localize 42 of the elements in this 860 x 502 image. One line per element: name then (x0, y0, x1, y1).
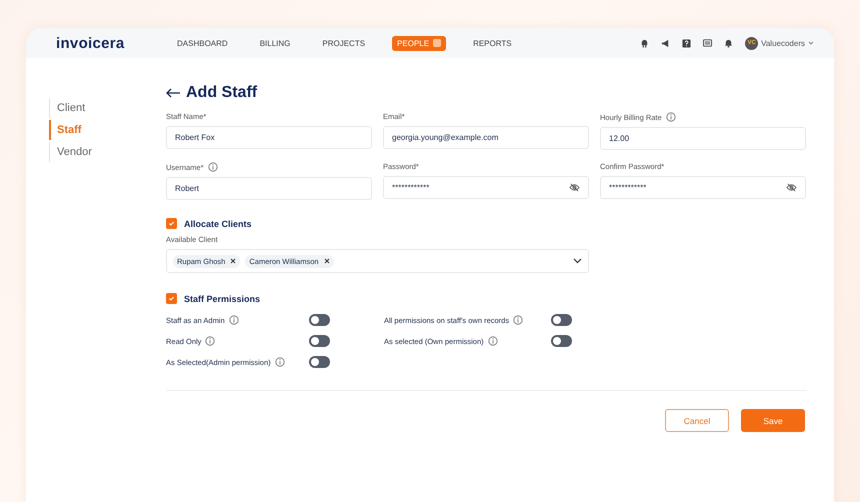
toggle-switch[interactable] (309, 356, 330, 368)
info-icon (513, 315, 524, 325)
toggle-switch[interactable] (551, 335, 572, 347)
toggle-switch[interactable] (551, 314, 572, 326)
chevron-down-icon (573, 258, 582, 264)
brand-logo[interactable]: invoicera (56, 34, 172, 52)
input-field[interactable]: Robert Fox (166, 126, 372, 149)
nav-tab[interactable]: BILLING (254, 36, 296, 50)
info-icon (488, 336, 498, 346)
input-field[interactable]: 12.00 (600, 127, 806, 150)
toggle-switch[interactable] (309, 335, 330, 347)
checkbox-label: Staff Permissions (184, 294, 260, 304)
help-icon[interactable] (682, 38, 692, 48)
checkmark-icon (168, 295, 175, 302)
checkmark-icon (168, 220, 175, 227)
close-icon[interactable] (324, 258, 330, 264)
input-field[interactable]: Robert (166, 177, 372, 200)
nav-tab[interactable]: PROJECTS (317, 36, 370, 50)
eye-slash-icon[interactable] (786, 183, 797, 192)
input-field[interactable]: georgia.young@example.com (383, 126, 589, 149)
input-field[interactable]: ************ (600, 176, 806, 199)
bell-icon[interactable] (724, 38, 734, 48)
info-icon (274, 357, 285, 367)
info-icon (666, 112, 676, 122)
info-icon (208, 162, 218, 172)
sidebar-item[interactable]: Vendor (49, 142, 166, 162)
badge-icon (433, 39, 442, 47)
back-arrow-icon[interactable] (166, 88, 181, 98)
page-title: Add Staff (186, 84, 258, 102)
close-icon[interactable] (230, 258, 236, 264)
toggle-switch[interactable] (309, 314, 330, 326)
info-icon (228, 315, 239, 325)
checkbox-label: Allocate Clients (184, 218, 252, 228)
checkbox[interactable] (166, 218, 177, 229)
nav-tab[interactable]: DASHBOARD (172, 36, 233, 50)
checkbox[interactable] (166, 293, 177, 304)
sidebar-item[interactable]: Client (49, 98, 166, 118)
info-icon (205, 336, 216, 346)
eye-slash-icon[interactable] (569, 183, 580, 192)
chevron-down-icon (808, 41, 814, 45)
nav-tab[interactable]: REPORTS (468, 36, 517, 50)
input-field[interactable]: ************ (383, 176, 589, 199)
